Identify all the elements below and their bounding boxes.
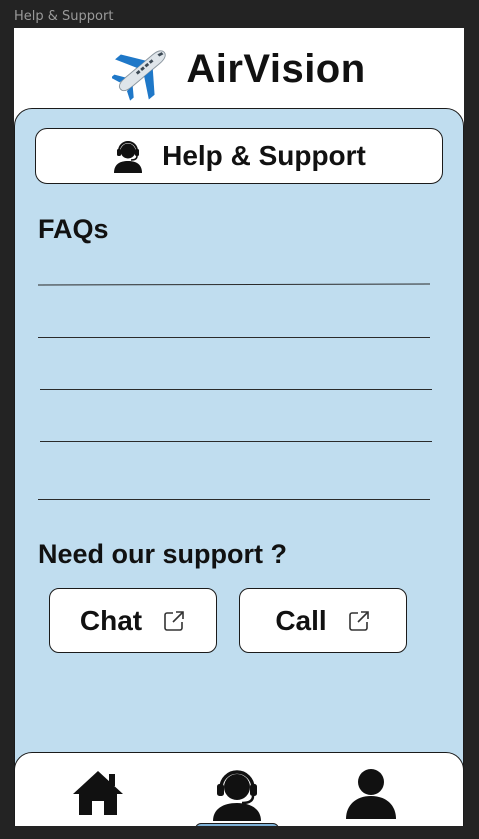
frame-title: Help & Support bbox=[14, 9, 114, 24]
app-header: AirVision bbox=[14, 28, 464, 110]
app-title: AirVision bbox=[186, 46, 366, 91]
home-icon bbox=[73, 771, 123, 815]
nav-home[interactable] bbox=[68, 763, 128, 823]
external-link-icon bbox=[348, 610, 369, 631]
help-support-panel: Help & Support FAQs Need our support ? C… bbox=[14, 108, 464, 826]
chat-button-label: Chat bbox=[79, 604, 143, 636]
call-button-label: Call bbox=[275, 604, 327, 636]
faq-item[interactable] bbox=[38, 499, 430, 500]
chat-button[interactable]: Chat bbox=[49, 588, 217, 653]
faq-item[interactable] bbox=[40, 441, 432, 442]
active-tab-indicator bbox=[195, 823, 279, 826]
support-agent-icon bbox=[213, 770, 261, 821]
page-title-bar: Help & Support bbox=[35, 128, 443, 184]
nav-support[interactable] bbox=[207, 763, 267, 823]
faq-item[interactable] bbox=[37, 283, 431, 286]
support-heading: Need our support ? bbox=[38, 539, 287, 569]
faq-item[interactable] bbox=[40, 389, 432, 390]
bottom-nav bbox=[14, 752, 464, 826]
app-screen: AirVision Help & Support FAQs Need our s… bbox=[14, 28, 464, 826]
user-icon bbox=[346, 769, 396, 819]
faq-item[interactable] bbox=[38, 337, 430, 338]
call-button[interactable]: Call bbox=[239, 588, 407, 653]
external-link-icon bbox=[164, 610, 184, 631]
nav-profile[interactable] bbox=[341, 763, 401, 823]
faq-heading: FAQs bbox=[38, 214, 109, 244]
support-agent-icon bbox=[114, 141, 143, 173]
airplane-icon bbox=[112, 50, 166, 101]
page-title: Help & Support bbox=[162, 140, 366, 171]
